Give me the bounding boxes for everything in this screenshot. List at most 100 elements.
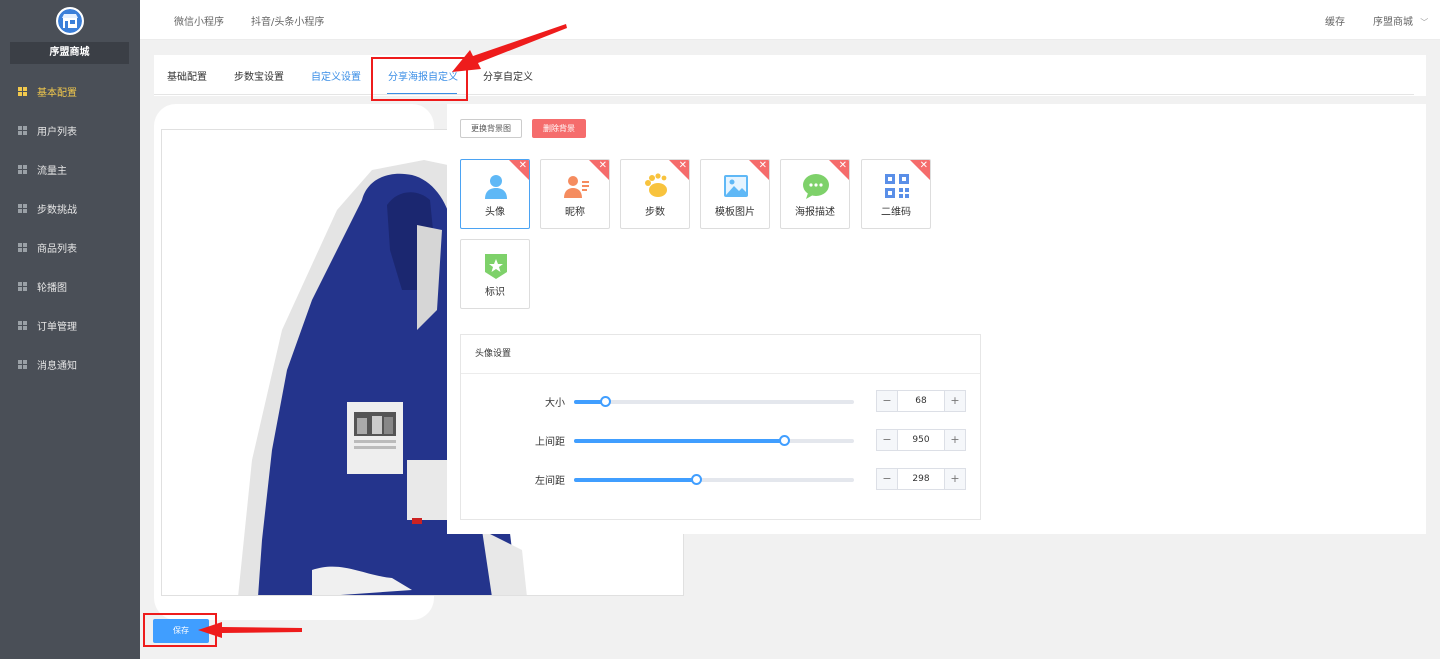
increment-button[interactable]: +	[944, 430, 965, 450]
top-margin-input[interactable]	[898, 430, 944, 450]
grid-icon	[18, 87, 27, 96]
user-menu[interactable]: 序盟商城 ﹀	[1373, 13, 1428, 28]
element-tile-qrcode[interactable]: 二维码 ✕	[861, 159, 931, 229]
grid-icon	[18, 321, 27, 330]
tabs-divider	[154, 94, 1414, 95]
sidebar-item-label: 用户列表	[37, 127, 77, 138]
sidebar-item-label: 步数挑战	[37, 205, 77, 216]
qrcode-icon	[885, 174, 909, 198]
sidebar-item-label: 消息通知	[37, 361, 77, 372]
grid-icon	[18, 165, 27, 174]
slider-handle[interactable]	[690, 474, 702, 485]
annotation-box-save	[143, 613, 217, 647]
size-input[interactable]	[898, 391, 944, 411]
setting-label: 左间距	[535, 476, 565, 487]
element-tile-badge[interactable]: 标识	[460, 239, 530, 309]
close-icon[interactable]: ✕	[759, 161, 767, 171]
sidebar-item-label: 基本配置	[37, 88, 77, 99]
slider-fill	[574, 478, 696, 482]
element-tile-steps[interactable]: 步数 ✕	[620, 159, 690, 229]
brand-name: 序盟商城	[10, 42, 129, 64]
top-margin-stepper: − +	[876, 429, 966, 451]
tab-step-settings[interactable]: 步数宝设置	[234, 68, 284, 83]
setting-row-size: 大小 − +	[461, 390, 980, 412]
grid-icon	[18, 360, 27, 369]
sidebar-item-basic-config[interactable]: 基本配置	[0, 72, 140, 111]
slider-fill	[574, 439, 784, 443]
sidebar-item-orders[interactable]: 订单管理	[0, 306, 140, 345]
tile-label: 模板图片	[715, 207, 755, 218]
top-header: 微信小程序 抖音/头条小程序 缓存 序盟商城 ﹀	[140, 0, 1440, 40]
close-icon[interactable]: ✕	[920, 161, 928, 171]
tile-label: 头像	[485, 207, 505, 218]
cache-button[interactable]: 缓存	[1325, 13, 1345, 28]
sidebar-item-product-list[interactable]: 商品列表	[0, 228, 140, 267]
annotation-box-tab	[371, 57, 468, 101]
change-background-button[interactable]: 更换背景图	[460, 119, 522, 138]
left-margin-slider[interactable]	[574, 474, 854, 485]
delete-background-button[interactable]: 删除背景	[532, 119, 586, 138]
tab-share-custom[interactable]: 分享自定义	[483, 68, 533, 83]
sidebar-item-carousel[interactable]: 轮播图	[0, 267, 140, 306]
tile-label: 二维码	[881, 207, 911, 218]
setting-label: 大小	[545, 398, 565, 409]
grid-icon	[18, 204, 27, 213]
element-tile-nickname[interactable]: 昵称 ✕	[540, 159, 610, 229]
tile-label: 标识	[485, 287, 505, 298]
header-link-douyin[interactable]: 抖音/头条小程序	[251, 13, 324, 28]
top-margin-slider[interactable]	[574, 435, 854, 446]
tile-label: 步数	[645, 207, 665, 218]
tile-label: 昵称	[565, 207, 585, 218]
close-icon[interactable]: ✕	[839, 161, 847, 171]
close-icon[interactable]: ✕	[679, 161, 687, 171]
tab-custom-settings[interactable]: 自定义设置	[311, 68, 361, 83]
chevron-down-icon: ﹀	[1420, 18, 1429, 27]
decrement-button[interactable]: −	[877, 469, 898, 489]
size-stepper: − +	[876, 390, 966, 412]
size-slider[interactable]	[574, 396, 854, 407]
setting-row-left-margin: 左间距 − +	[461, 468, 980, 490]
tile-label: 海报描述	[795, 207, 835, 218]
sidebar-item-label: 商品列表	[37, 244, 77, 255]
image-icon	[724, 175, 748, 197]
decrement-button[interactable]: −	[877, 391, 898, 411]
sidebar: 序盟商城 基本配置 用户列表 流量主 步数挑战 商品列表 轮播图 订单管理 消息…	[0, 0, 140, 659]
grid-icon	[18, 126, 27, 135]
slider-handle[interactable]	[779, 435, 790, 446]
grid-icon	[18, 243, 27, 252]
setting-label: 上间距	[535, 437, 565, 448]
slider-handle[interactable]	[599, 396, 611, 407]
close-icon[interactable]: ✕	[519, 161, 527, 171]
grid-icon	[18, 282, 27, 291]
increment-button[interactable]: +	[944, 391, 965, 411]
increment-button[interactable]: +	[944, 469, 965, 489]
settings-tabs: 基础配置 步数宝设置 自定义设置 分享海报自定义 分享自定义	[154, 55, 1426, 96]
user-name: 序盟商城	[1373, 17, 1413, 28]
store-logo-icon	[56, 7, 84, 35]
sidebar-menu: 基本配置 用户列表 流量主 步数挑战 商品列表 轮播图 订单管理 消息通知	[0, 72, 140, 384]
sidebar-item-traffic[interactable]: 流量主	[0, 150, 140, 189]
sidebar-item-step-challenge[interactable]: 步数挑战	[0, 189, 140, 228]
sidebar-item-label: 轮播图	[37, 283, 67, 294]
tab-basic-config[interactable]: 基础配置	[167, 68, 207, 83]
badge-star-icon	[485, 254, 507, 279]
setting-row-top-margin: 上间距 − +	[461, 429, 980, 451]
nickname-icon	[564, 176, 589, 198]
sidebar-item-label: 订单管理	[37, 322, 77, 333]
header-link-wechat[interactable]: 微信小程序	[174, 13, 224, 28]
decrement-button[interactable]: −	[877, 430, 898, 450]
avatar-icon	[485, 175, 507, 199]
sidebar-item-label: 流量主	[37, 166, 67, 177]
footprint-icon	[645, 173, 667, 197]
close-icon[interactable]: ✕	[599, 161, 607, 171]
element-tile-poster-description[interactable]: 海报描述 ✕	[780, 159, 850, 229]
left-margin-stepper: − +	[876, 468, 966, 490]
element-tile-avatar[interactable]: 头像 ✕	[460, 159, 530, 229]
sidebar-item-notifications[interactable]: 消息通知	[0, 345, 140, 384]
element-tile-template-image[interactable]: 模板图片 ✕	[700, 159, 770, 229]
chat-bubble-icon	[803, 174, 829, 199]
settings-title: 头像设置	[461, 335, 980, 374]
sidebar-item-user-list[interactable]: 用户列表	[0, 111, 140, 150]
left-margin-input[interactable]	[898, 469, 944, 489]
avatar-settings-panel: 头像设置 大小 − + 上间距 − + 左间距 −	[460, 334, 981, 520]
